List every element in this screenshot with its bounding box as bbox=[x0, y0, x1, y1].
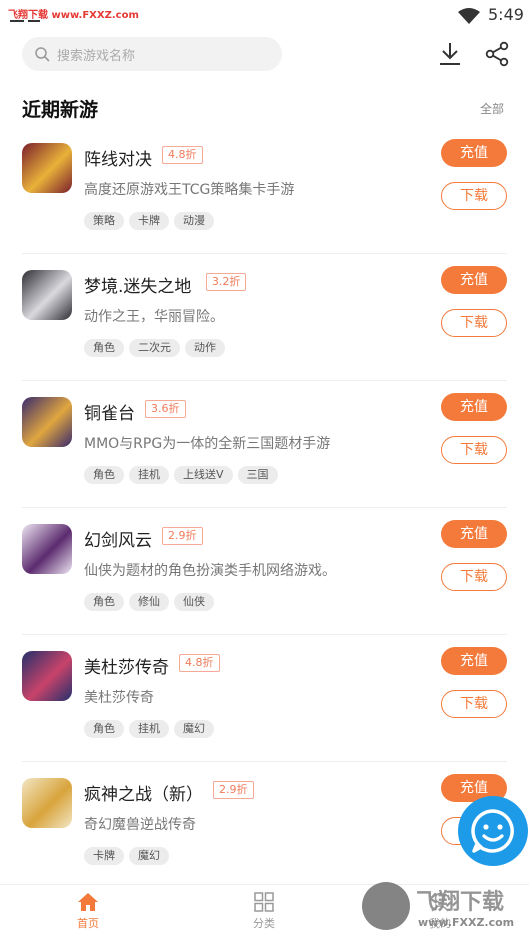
tag: 策略 bbox=[84, 212, 124, 230]
game-description: 高度还原游戏王TCG策略集卡手游 bbox=[84, 182, 295, 198]
download-button[interactable]: 下载 bbox=[441, 182, 507, 210]
recharge-button[interactable]: 充值 bbox=[441, 266, 507, 294]
game-name[interactable]: 疯神之战（新） bbox=[84, 780, 203, 805]
tag: 动作 bbox=[185, 339, 225, 357]
discount-badge: 2.9折 bbox=[213, 781, 254, 799]
tag: 挂机 bbox=[129, 720, 169, 738]
game-name[interactable]: 阵线对决 bbox=[84, 145, 152, 170]
search-input[interactable]: 搜索游戏名称 bbox=[22, 37, 282, 71]
game-name[interactable]: 铜雀台 bbox=[84, 399, 135, 424]
game-description: 奇幻魔兽逆战传奇 bbox=[84, 817, 196, 833]
customer-service-button[interactable] bbox=[458, 796, 528, 866]
nav-category-label: 分类 bbox=[253, 917, 275, 930]
tag: 仙侠 bbox=[174, 593, 214, 611]
discount-badge: 4.8折 bbox=[162, 146, 203, 164]
game-row[interactable]: 梦境.迷失之地 3.2折 动作之王，华丽冒险。 角色 二次元 动作 充值 下载 bbox=[0, 254, 529, 381]
game-description: 仙侠为题材的角色扮演类手机网络游戏。 bbox=[84, 563, 336, 579]
game-row[interactable]: 阵线对决 4.8折 高度还原游戏王TCG策略集卡手游 策略 卡牌 动漫 充值 下载 bbox=[0, 127, 529, 254]
discount-badge: 2.9折 bbox=[162, 527, 203, 545]
tag-list: 卡牌 魔幻 bbox=[84, 844, 174, 865]
tag: 二次元 bbox=[129, 339, 180, 357]
tag-list: 角色 挂机 魔幻 bbox=[84, 717, 219, 738]
yugioh-game-icon[interactable] bbox=[22, 143, 72, 193]
download-button[interactable]: 下载 bbox=[441, 690, 507, 718]
tag: 角色 bbox=[84, 593, 124, 611]
game-row[interactable]: 疯神之战（新）2.9折奇幻魔兽逆战传奇卡牌魔幻充值下载 bbox=[0, 762, 529, 889]
game-name[interactable]: 美杜莎传奇 bbox=[84, 653, 169, 678]
tag: 角色 bbox=[84, 720, 124, 738]
game-name[interactable]: 幻剑风云 bbox=[84, 526, 152, 551]
tag: 上线送V bbox=[174, 466, 233, 484]
game-description: 美杜莎传奇 bbox=[84, 690, 154, 706]
tag: 角色 bbox=[84, 466, 124, 484]
tag-list: 策略 卡牌 动漫 bbox=[84, 209, 219, 230]
recharge-button[interactable]: 充值 bbox=[441, 139, 507, 167]
game-description: 动作之王，华丽冒险。 bbox=[84, 309, 224, 325]
sword-calligraphy-game-icon[interactable] bbox=[22, 524, 72, 574]
tag: 修仙 bbox=[129, 593, 169, 611]
view-all-link[interactable]: 全部 bbox=[480, 100, 504, 117]
game-row[interactable]: 美杜莎传奇 4.8折 美杜莎传奇 角色 挂机 魔幻 充值 下载 bbox=[0, 635, 529, 762]
wifi-icon bbox=[458, 8, 480, 24]
discount-badge: 3.2折 bbox=[205, 273, 247, 291]
download-icon[interactable] bbox=[437, 40, 463, 68]
smiley-chat-icon bbox=[471, 809, 514, 853]
recharge-button[interactable]: 充值 bbox=[441, 520, 507, 548]
download-button[interactable]: 下载 bbox=[441, 436, 507, 464]
nav-category[interactable]: 分类 bbox=[234, 891, 294, 931]
tag: 挂机 bbox=[129, 466, 169, 484]
home-icon bbox=[78, 893, 98, 911]
game-name[interactable]: 梦境.迷失之地 bbox=[84, 272, 191, 297]
tag: 魔幻 bbox=[129, 847, 169, 865]
game-row[interactable]: 幻剑风云 2.9折 仙侠为题材的角色扮演类手机网络游戏。 角色 修仙 仙侠 充值 下载 bbox=[0, 508, 529, 635]
medusa-game-icon[interactable] bbox=[22, 651, 72, 701]
tag: 魔幻 bbox=[174, 720, 214, 738]
tag: 动漫 bbox=[174, 212, 214, 230]
nav-home[interactable]: 首页 bbox=[58, 891, 118, 931]
top-watermark: 飞翔下载 www.FXXZ.com bbox=[8, 10, 139, 21]
section-title: 近期新游 bbox=[22, 99, 99, 121]
tag-list: 角色 挂机 上线送V 三国 bbox=[84, 463, 283, 484]
tag-list: 角色 修仙 仙侠 bbox=[84, 590, 219, 611]
tag: 卡牌 bbox=[129, 212, 169, 230]
search-icon bbox=[35, 47, 50, 62]
angel-game-icon[interactable] bbox=[22, 778, 72, 828]
watermark-logo: 飞翔下载 www.FXXZ.com bbox=[362, 880, 528, 936]
watermark-url: www.FXXZ.com bbox=[418, 916, 515, 929]
nav-home-label: 首页 bbox=[77, 917, 99, 930]
recharge-button[interactable]: 充值 bbox=[441, 393, 507, 421]
clock: 5:49 bbox=[488, 5, 524, 24]
status-bar: 飞翔下载 www.FXXZ.com 5:49 bbox=[0, 0, 529, 30]
three-kingdoms-game-icon[interactable] bbox=[22, 397, 72, 447]
search-placeholder: 搜索游戏名称 bbox=[57, 49, 136, 64]
tag: 角色 bbox=[84, 339, 124, 357]
share-icon[interactable] bbox=[484, 41, 510, 67]
game-row[interactable]: 铜雀台 3.6折 MMO与RPG为一体的全新三国题材手游 角色 挂机 上线送V 三国 充值 下载 bbox=[0, 381, 529, 508]
watermark-brand: 飞翔下载 bbox=[416, 890, 505, 915]
game-description: MMO与RPG为一体的全新三国题材手游 bbox=[84, 436, 331, 452]
discount-badge: 4.8折 bbox=[179, 654, 220, 672]
tag: 三国 bbox=[237, 466, 278, 484]
watermark-emblem-icon bbox=[362, 882, 410, 930]
tag: 卡牌 bbox=[84, 847, 124, 865]
grid-icon bbox=[254, 892, 274, 912]
dark-knight-game-icon[interactable] bbox=[22, 270, 72, 320]
recharge-button[interactable]: 充值 bbox=[441, 647, 507, 675]
tag-list: 角色 二次元 动作 bbox=[84, 336, 230, 357]
discount-badge: 3.6折 bbox=[145, 400, 186, 418]
download-button[interactable]: 下载 bbox=[441, 563, 507, 591]
download-button[interactable]: 下载 bbox=[441, 309, 507, 337]
status-indicator-lines bbox=[10, 20, 50, 23]
